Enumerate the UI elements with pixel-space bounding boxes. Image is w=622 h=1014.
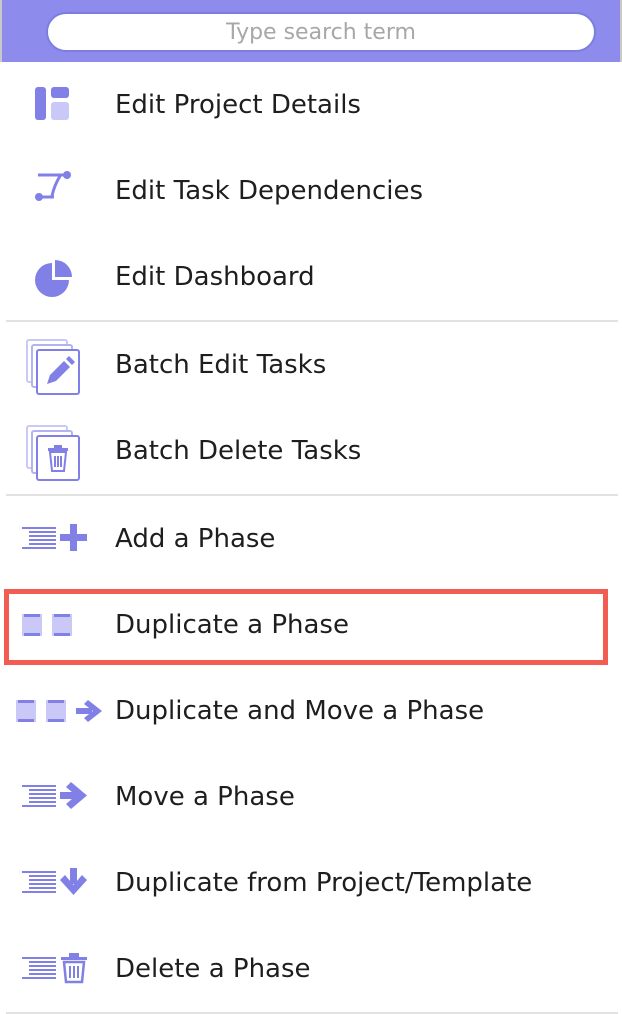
menu-item-label: Edit Project Details xyxy=(115,90,361,120)
menu-item-batch-edit-tasks[interactable]: Batch Edit Tasks xyxy=(0,322,622,408)
menu-item-duplicate-phase[interactable]: Duplicate a Phase xyxy=(0,582,622,668)
task-dependencies-icon xyxy=(0,148,110,234)
menu-item-label: Batch Delete Tasks xyxy=(115,436,362,466)
menu-item-label: Duplicate a Phase xyxy=(115,610,349,640)
menu-item-add-phase[interactable]: Add a Phase xyxy=(0,496,622,582)
menu-item-duplicate-move-phase[interactable]: Duplicate and Move a Phase xyxy=(0,668,622,754)
menu-item-move-phase[interactable]: Move a Phase xyxy=(0,754,622,840)
menu-item-label: Edit Task Dependencies xyxy=(115,176,424,206)
menu-item-label: Delete a Phase xyxy=(115,954,311,984)
menu-item-label: Duplicate and Move a Phase xyxy=(115,696,485,726)
menu-item-edit-task-dependencies[interactable]: Edit Task Dependencies xyxy=(0,148,622,234)
batch-edit-icon xyxy=(0,322,110,408)
menu-item-label: Duplicate from Project/Template xyxy=(115,868,533,898)
context-menu: Edit Project Details Edit Task Dependenc… xyxy=(0,62,622,1014)
menu-item-duplicate-from-project-template[interactable]: Duplicate from Project/Template xyxy=(0,840,622,926)
search-bar xyxy=(0,0,622,62)
search-input[interactable] xyxy=(46,12,596,52)
phase-duplicate-move-icon xyxy=(0,668,110,754)
menu-item-label: Move a Phase xyxy=(115,782,295,812)
menu-item-label: Edit Dashboard xyxy=(115,262,315,292)
batch-delete-icon xyxy=(0,408,110,494)
menu-item-delete-phase[interactable]: Delete a Phase xyxy=(0,926,622,1012)
phase-move-icon xyxy=(0,754,110,840)
phase-import-icon xyxy=(0,840,110,926)
menu-item-edit-dashboard[interactable]: Edit Dashboard xyxy=(0,234,622,320)
menu-item-edit-project-details[interactable]: Edit Project Details xyxy=(0,62,622,148)
pie-chart-icon xyxy=(0,234,110,320)
phase-delete-icon xyxy=(0,926,110,1012)
phase-add-icon xyxy=(0,496,110,582)
project-details-icon xyxy=(0,62,110,148)
phase-duplicate-icon xyxy=(0,582,110,668)
menu-item-batch-delete-tasks[interactable]: Batch Delete Tasks xyxy=(0,408,622,494)
menu-item-label: Batch Edit Tasks xyxy=(115,350,327,380)
menu-item-label: Add a Phase xyxy=(115,524,276,554)
